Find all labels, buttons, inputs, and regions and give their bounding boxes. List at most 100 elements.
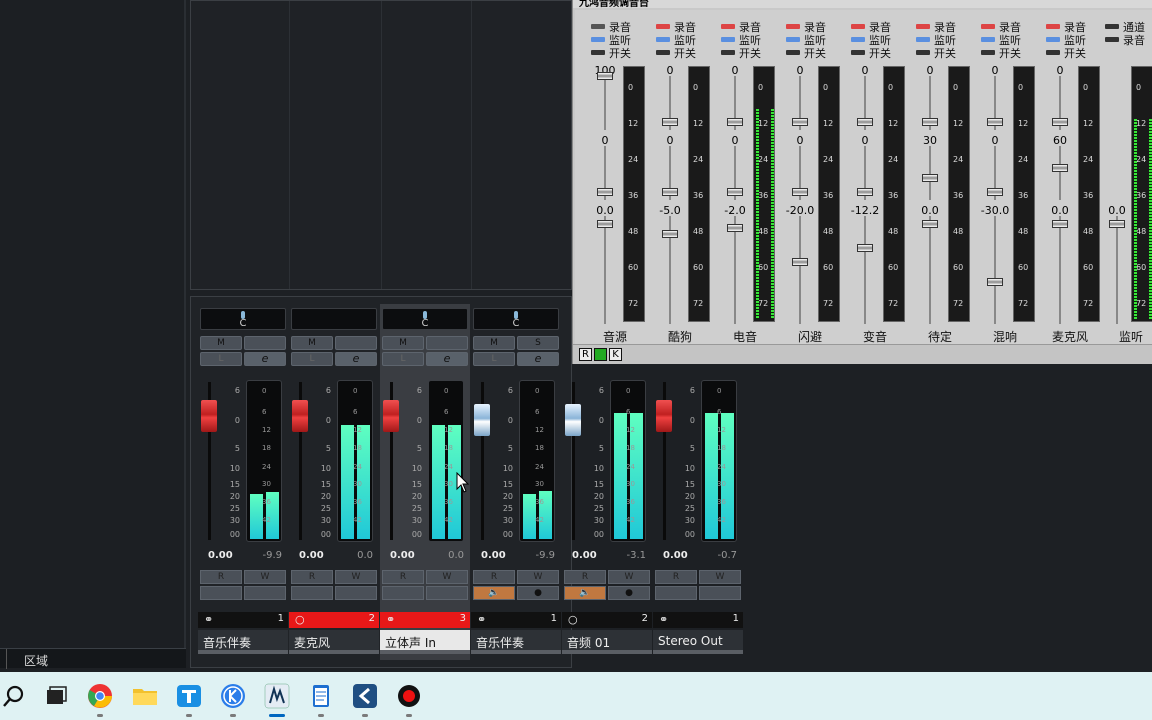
monitor-slider-thumb[interactable] [1109,220,1125,228]
volume-fader[interactable] [474,404,490,436]
record-checkbox[interactable]: 录音 [589,20,647,34]
mute-button[interactable]: M [291,336,333,350]
peak-value[interactable]: -9.9 [262,550,282,561]
speaker-icon[interactable]: 🔈 [564,586,606,600]
volume-fader[interactable] [656,400,672,432]
slider-thumb-bottom[interactable] [857,244,873,252]
mute-button[interactable]: M [200,336,242,350]
record-checkbox[interactable]: 录音 [719,20,777,34]
switch-checkbox[interactable]: 开关 [1044,46,1102,60]
record-checkbox[interactable]: 录音 [1103,33,1152,47]
volume-value[interactable]: 0.00 [481,550,506,561]
edit-button[interactable]: e [517,352,559,366]
audio-mixer-app-icon[interactable] [262,681,292,711]
monitor-checkbox[interactable]: 监听 [784,33,842,47]
channel-name[interactable]: 音乐伴奏 [471,630,561,654]
switch-checkbox[interactable]: 开关 [719,46,777,60]
slider-thumb-bottom[interactable] [662,230,678,238]
monitor-button[interactable] [382,586,424,600]
monitor-button[interactable] [655,586,697,600]
slider-thumb-mid[interactable] [597,188,613,196]
slider-thumb-top[interactable] [922,118,938,126]
volume-fader[interactable] [383,400,399,432]
switch-checkbox[interactable]: 开关 [784,46,842,60]
listen-button[interactable]: L [291,352,333,366]
monitor-checkbox[interactable]: 监听 [719,33,777,47]
record-checkbox[interactable]: 录音 [784,20,842,34]
volume-fader[interactable] [565,404,581,436]
slider-thumb-mid[interactable] [727,188,743,196]
peak-value[interactable]: 0.0 [357,550,373,561]
edit-button[interactable]: e [426,352,468,366]
monitor-checkbox[interactable]: 监听 [849,33,907,47]
chrome-icon[interactable] [85,681,115,711]
r-button[interactable]: R [579,348,592,361]
channel-header[interactable]: ○ 2 [289,612,379,628]
slider-thumb-bottom[interactable] [1052,220,1068,228]
monitor-button[interactable] [200,586,242,600]
record-checkbox[interactable]: 录音 [914,20,972,34]
channel-header[interactable]: ⚭ 3 [380,612,470,628]
speaker-icon[interactable]: 🔈 [473,586,515,600]
listen-button[interactable]: L [473,352,515,366]
green-status-icon[interactable] [594,348,607,361]
slider-thumb-mid[interactable] [1052,164,1068,172]
arrange-view[interactable] [190,0,572,290]
monitor-checkbox[interactable]: 监听 [914,33,972,47]
notepad-icon[interactable] [306,681,336,711]
k-button[interactable]: K [609,348,622,361]
channel-name[interactable]: 音频 01 [562,630,652,654]
switch-checkbox[interactable]: 开关 [589,46,647,60]
slider-thumb-top[interactable] [662,118,678,126]
read-button[interactable]: R [564,570,606,584]
slider-thumb-mid[interactable] [857,188,873,196]
monitor-checkbox[interactable]: 监听 [1044,33,1102,47]
slider-thumb-mid[interactable] [662,188,678,196]
channel-header[interactable]: ⚭ 1 [653,612,743,628]
read-button[interactable]: R [291,570,333,584]
volume-value[interactable]: 0.00 [208,550,233,561]
monitor-checkbox[interactable]: 监听 [979,33,1037,47]
slider-thumb-bottom[interactable] [792,258,808,266]
solo-button[interactable] [244,336,286,350]
slider-thumb-bottom[interactable] [597,220,613,228]
channel-header[interactable]: ⚭ 1 [471,612,561,628]
slider-thumb-top[interactable] [857,118,873,126]
monitor-checkbox[interactable]: 监听 [589,33,647,47]
mute-button[interactable]: M [382,336,424,350]
rec-enable-button[interactable] [699,586,741,600]
volume-value[interactable]: 0.00 [572,550,597,561]
listen-button[interactable]: L [382,352,424,366]
record-checkbox[interactable]: 录音 [1044,20,1102,34]
record-app-icon[interactable] [394,681,424,711]
edit-button[interactable]: e [244,352,286,366]
pan-control[interactable]: C [473,308,559,330]
write-button[interactable]: W [517,570,559,584]
zone-tab[interactable]: 区域 [0,648,186,669]
peak-value[interactable]: -3.1 [626,550,646,561]
cubase-icon[interactable] [350,681,380,711]
peak-value[interactable]: 0.0 [448,550,464,561]
volume-fader[interactable] [292,400,308,432]
slider-thumb-top[interactable] [1052,118,1068,126]
switch-checkbox[interactable]: 开关 [979,46,1037,60]
slider-thumb-top[interactable] [792,118,808,126]
read-button[interactable]: R [655,570,697,584]
read-button[interactable]: R [473,570,515,584]
kugou-icon[interactable] [218,681,248,711]
volume-value[interactable]: 0.00 [663,550,688,561]
channel-checkbox[interactable]: 通道 [1103,20,1152,34]
record-checkbox[interactable]: 录音 [654,20,712,34]
window-title-bar[interactable]: 九鸿音频调音台 [573,0,1152,8]
write-button[interactable]: W [426,570,468,584]
write-button[interactable]: W [244,570,286,584]
solo-button[interactable]: S [517,336,559,350]
edit-button[interactable]: e [335,352,377,366]
switch-checkbox[interactable]: 开关 [654,46,712,60]
listen-button[interactable]: L [200,352,242,366]
app-t-icon[interactable] [174,681,204,711]
task-view-icon[interactable] [41,681,71,711]
solo-button[interactable] [426,336,468,350]
channel-name[interactable]: Stereo Out [653,630,743,654]
pan-control[interactable] [291,308,377,330]
